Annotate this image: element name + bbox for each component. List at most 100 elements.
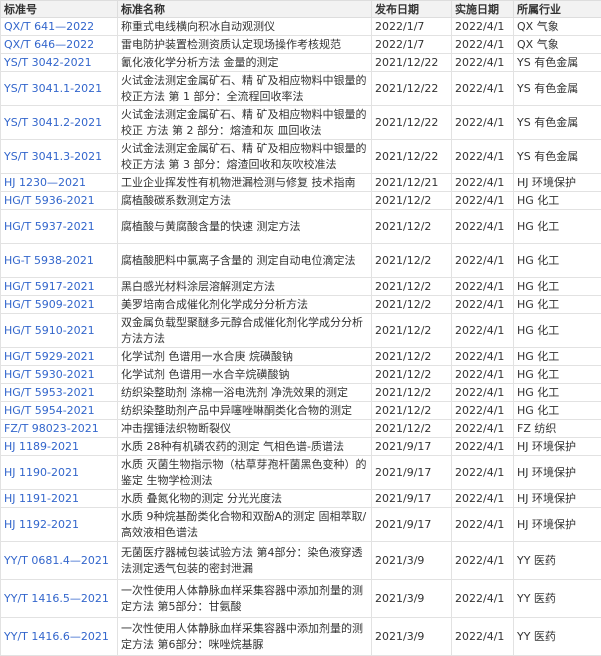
implement-date: 2022/4/1 bbox=[452, 420, 514, 438]
publish-date: 2021/12/2 bbox=[372, 402, 452, 420]
publish-date: 2021/3/9 bbox=[372, 580, 452, 618]
publish-date: 2021/12/2 bbox=[372, 366, 452, 384]
standard-code-link[interactable]: HJ 1189-2021 bbox=[1, 438, 118, 456]
table-row: YY/T 0681.4—2021无菌医疗器械包装试验方法 第4部分：染色液穿透法… bbox=[1, 542, 601, 580]
header-industry: 所属行业 bbox=[514, 1, 601, 18]
publish-date: 2021/12/22 bbox=[372, 140, 452, 174]
standard-code-link[interactable]: HG/T 5936-2021 bbox=[1, 192, 118, 210]
standard-code-link[interactable]: YS/T 3041.1-2021 bbox=[1, 72, 118, 106]
industry: YS 有色金属 bbox=[514, 54, 601, 72]
publish-date: 2021/12/2 bbox=[372, 348, 452, 366]
industry: HG 化工 bbox=[514, 278, 601, 296]
standard-code-link[interactable]: HG/T 5929-2021 bbox=[1, 348, 118, 366]
table-row: YS/T 3041.1-2021火试金法测定金属矿石、精 矿及相应物料中银量的校… bbox=[1, 72, 601, 106]
standard-code-link[interactable]: HJ 1230—2021 bbox=[1, 174, 118, 192]
table-row: QX/T 646—2022雷电防护装置检测资质认定现场操作考核规范2022/1/… bbox=[1, 36, 601, 54]
standard-name: 美罗培南合成催化剂化学成分分析方法 bbox=[118, 296, 372, 314]
header-name: 标准名称 bbox=[118, 1, 372, 18]
table-row: YS/T 3042-2021氰化液化学分析方法 金量的测定2021/12/222… bbox=[1, 54, 601, 72]
standard-code-link[interactable]: QX/T 641—2022 bbox=[1, 18, 118, 36]
standard-code-link[interactable]: HJ 1191-2021 bbox=[1, 490, 118, 508]
standard-code-link[interactable]: HG-T 5938-2021 bbox=[1, 244, 118, 278]
implement-date: 2022/4/1 bbox=[452, 296, 514, 314]
standards-table: 标准号 标准名称 发布日期 实施日期 所属行业 QX/T 641—2022称重式… bbox=[0, 0, 601, 656]
table-row: HG/T 5954-2021纺织染整助剂产品中异噻唑啉酮类化合物的测定2021/… bbox=[1, 402, 601, 420]
standard-name: 一次性使用人体静脉血样采集容器中添加剂量的测定方法 第5部分：甘氨酸 bbox=[118, 580, 372, 618]
standard-name: 火试金法测定金属矿石、精 矿及相应物料中银量的校正 方法 第 2 部分：熔渣和灰… bbox=[118, 106, 372, 140]
standard-name: 氰化液化学分析方法 金量的测定 bbox=[118, 54, 372, 72]
standard-name: 腐植酸与黄腐酸含量的快速 测定方法 bbox=[118, 210, 372, 244]
table-row: YS/T 3041.2-2021火试金法测定金属矿石、精 矿及相应物料中银量的校… bbox=[1, 106, 601, 140]
implement-date: 2022/4/1 bbox=[452, 580, 514, 618]
industry: YS 有色金属 bbox=[514, 140, 601, 174]
table-row: HG/T 5909-2021美罗培南合成催化剂化学成分分析方法2021/12/2… bbox=[1, 296, 601, 314]
table-row: HG/T 5930-2021化学试剂 色谱用一水合辛烷磺酸钠2021/12/22… bbox=[1, 366, 601, 384]
implement-date: 2022/4/1 bbox=[452, 210, 514, 244]
industry: HG 化工 bbox=[514, 384, 601, 402]
table-row: HG/T 5953-2021纺织染整助剂 涤棉一浴电洗剂 净洗效果的测定2021… bbox=[1, 384, 601, 402]
publish-date: 2021/12/22 bbox=[372, 106, 452, 140]
table-row: FZ/T 98023-2021冲击摆锤法织物断裂仪2021/12/22022/4… bbox=[1, 420, 601, 438]
table-row: HG-T 5938-2021腐植酸肥料中氯离子含量的 测定自动电位滴定法2021… bbox=[1, 244, 601, 278]
implement-date: 2022/4/1 bbox=[452, 366, 514, 384]
header-code: 标准号 bbox=[1, 1, 118, 18]
industry: YS 有色金属 bbox=[514, 72, 601, 106]
industry: HG 化工 bbox=[514, 314, 601, 348]
standard-code-link[interactable]: YS/T 3041.3-2021 bbox=[1, 140, 118, 174]
standard-code-link[interactable]: HG/T 5937-2021 bbox=[1, 210, 118, 244]
standard-code-link[interactable]: HG/T 5954-2021 bbox=[1, 402, 118, 420]
table-row: HJ 1189-2021水质 28种有机磷农药的测定 气相色谱-质谱法2021/… bbox=[1, 438, 601, 456]
implement-date: 2022/4/1 bbox=[452, 54, 514, 72]
industry: YY 医药 bbox=[514, 580, 601, 618]
standard-name: 腐植酸肥料中氯离子含量的 测定自动电位滴定法 bbox=[118, 244, 372, 278]
industry: HG 化工 bbox=[514, 210, 601, 244]
standard-code-link[interactable]: QX/T 646—2022 bbox=[1, 36, 118, 54]
implement-date: 2022/4/1 bbox=[452, 244, 514, 278]
implement-date: 2022/4/1 bbox=[452, 106, 514, 140]
standard-code-link[interactable]: YY/T 1416.6—2021 bbox=[1, 618, 118, 656]
standard-code-link[interactable]: FZ/T 98023-2021 bbox=[1, 420, 118, 438]
publish-date: 2022/1/7 bbox=[372, 36, 452, 54]
standard-name: 火试金法测定金属矿石、精 矿及相应物料中银量的校正方法 第 1 部分：全流程回收… bbox=[118, 72, 372, 106]
publish-date: 2021/9/17 bbox=[372, 490, 452, 508]
implement-date: 2022/4/1 bbox=[452, 18, 514, 36]
standard-code-link[interactable]: YY/T 1416.5—2021 bbox=[1, 580, 118, 618]
industry: QX 气象 bbox=[514, 18, 601, 36]
implement-date: 2022/4/1 bbox=[452, 140, 514, 174]
table-row: HG/T 5929-2021化学试剂 色谱用一水合庚 烷磺酸钠2021/12/2… bbox=[1, 348, 601, 366]
standard-name: 一次性使用人体静脉血样采集容器中添加剂量的测定方法 第6部分：咪唑烷基脲 bbox=[118, 618, 372, 656]
standard-name: 水质 灭菌生物指示物（枯草芽孢杆菌黑色变种）的鉴定 生物学检测法 bbox=[118, 456, 372, 490]
standard-name: 化学试剂 色谱用一水合辛烷磺酸钠 bbox=[118, 366, 372, 384]
standard-code-link[interactable]: YY/T 0681.4—2021 bbox=[1, 542, 118, 580]
standard-name: 无菌医疗器械包装试验方法 第4部分：染色液穿透法测定透气包装的密封泄漏 bbox=[118, 542, 372, 580]
standard-name: 水质 叠氮化物的测定 分光光度法 bbox=[118, 490, 372, 508]
publish-date: 2021/3/9 bbox=[372, 542, 452, 580]
industry: HG 化工 bbox=[514, 366, 601, 384]
standard-code-link[interactable]: HG/T 5910-2021 bbox=[1, 314, 118, 348]
industry: HG 化工 bbox=[514, 348, 601, 366]
standard-code-link[interactable]: HJ 1190-2021 bbox=[1, 456, 118, 490]
standard-name: 水质 28种有机磷农药的测定 气相色谱-质谱法 bbox=[118, 438, 372, 456]
standard-name: 双金属负载型聚醚多元醇合成催化剂化学成分分析方法方法 bbox=[118, 314, 372, 348]
standard-code-link[interactable]: HG/T 5917-2021 bbox=[1, 278, 118, 296]
standard-code-link[interactable]: HG/T 5909-2021 bbox=[1, 296, 118, 314]
standard-code-link[interactable]: YS/T 3041.2-2021 bbox=[1, 106, 118, 140]
table-row: HJ 1192-2021水质 9种烷基酚类化合物和双酚A的测定 固相萃取/高效液… bbox=[1, 508, 601, 542]
standard-code-link[interactable]: YS/T 3042-2021 bbox=[1, 54, 118, 72]
publish-date: 2021/3/9 bbox=[372, 618, 452, 656]
implement-date: 2022/4/1 bbox=[452, 490, 514, 508]
standard-name: 纺织染整助剂 涤棉一浴电洗剂 净洗效果的测定 bbox=[118, 384, 372, 402]
standard-name: 腐植酸碳系数测定方法 bbox=[118, 192, 372, 210]
table-row: YY/T 1416.6—2021一次性使用人体静脉血样采集容器中添加剂量的测定方… bbox=[1, 618, 601, 656]
industry: QX 气象 bbox=[514, 36, 601, 54]
standard-code-link[interactable]: HG/T 5953-2021 bbox=[1, 384, 118, 402]
table-row: HG/T 5937-2021腐植酸与黄腐酸含量的快速 测定方法2021/12/2… bbox=[1, 210, 601, 244]
implement-date: 2022/4/1 bbox=[452, 36, 514, 54]
standard-code-link[interactable]: HJ 1192-2021 bbox=[1, 508, 118, 542]
industry: HJ 环境保护 bbox=[514, 508, 601, 542]
publish-date: 2021/9/17 bbox=[372, 438, 452, 456]
table-row: YY/T 1416.5—2021一次性使用人体静脉血样采集容器中添加剂量的测定方… bbox=[1, 580, 601, 618]
header-row: 标准号 标准名称 发布日期 实施日期 所属行业 bbox=[1, 1, 601, 18]
standard-code-link[interactable]: HG/T 5930-2021 bbox=[1, 366, 118, 384]
implement-date: 2022/4/1 bbox=[452, 278, 514, 296]
